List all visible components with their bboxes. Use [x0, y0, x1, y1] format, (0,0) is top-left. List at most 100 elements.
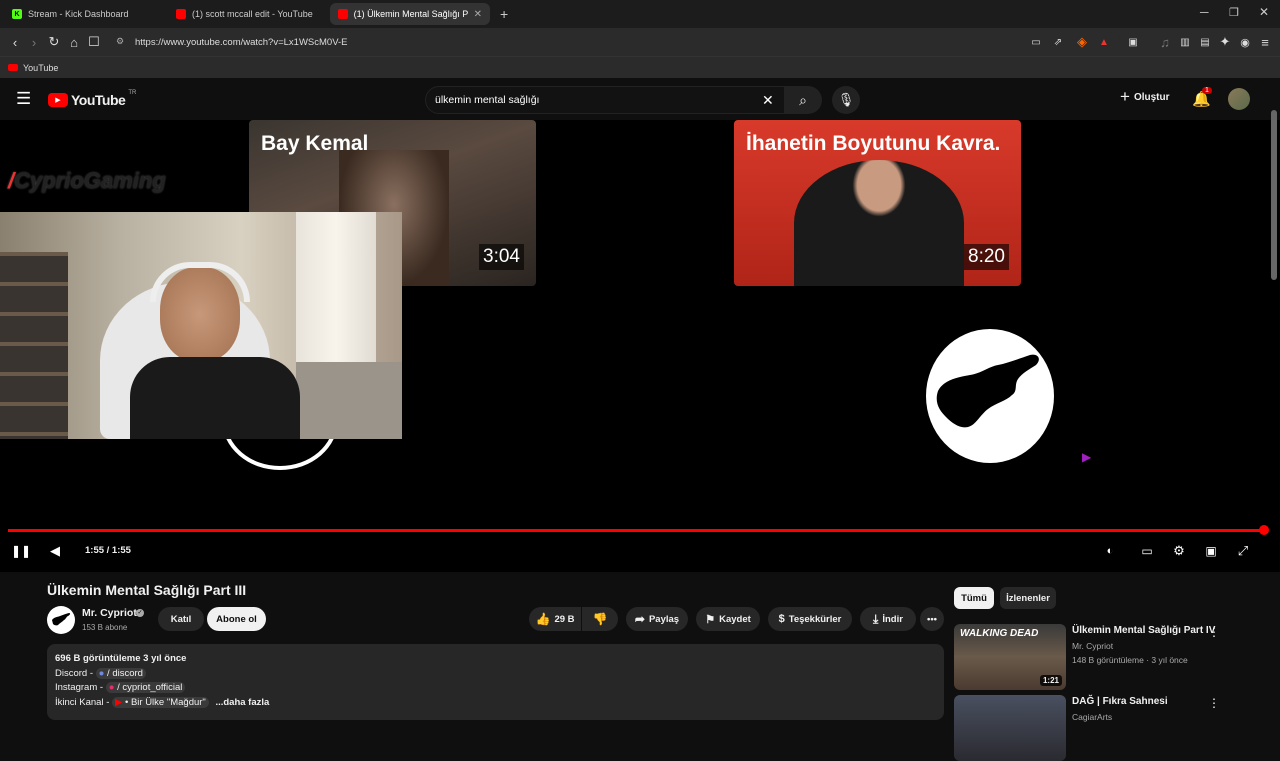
- tab-kick-dashboard[interactable]: K Stream - Kick Dashboard: [4, 3, 166, 25]
- youtube-play-icon: ▶: [48, 93, 68, 107]
- vpn-icon[interactable]: ◉: [1236, 33, 1254, 51]
- logo-text: YouTube: [71, 92, 126, 108]
- pause-icon[interactable]: ❚❚: [11, 542, 31, 560]
- forward-icon[interactable]: ›: [25, 33, 43, 51]
- curtain-image: [296, 212, 376, 382]
- video-title: Ülkemin Mental Sağlığı Part IV: [1072, 625, 1216, 636]
- rewards-icon[interactable]: ▲: [1095, 33, 1113, 51]
- bookshelf-image: [0, 252, 68, 439]
- voice-search-button[interactable]: 🎙: [832, 86, 860, 114]
- tab-title: (1) Ülkemin Mental Sağlığı Part I: [353, 9, 468, 19]
- end-card-title: Bay Kemal: [261, 132, 369, 155]
- channel-avatar[interactable]: [47, 606, 75, 634]
- close-tab-icon[interactable]: ✕: [474, 9, 482, 20]
- menu-icon[interactable]: ≡: [1256, 33, 1274, 51]
- autoplay-toggle-icon[interactable]: ◐: [1101, 542, 1119, 560]
- video-title: DAĞ | Fıkra Sahnesi: [1072, 696, 1168, 707]
- tab-youtube-scott[interactable]: (1) scott mccall edit - YouTube: [168, 3, 328, 25]
- sidebar-icon[interactable]: ▥: [1176, 33, 1194, 51]
- cyprus-map-icon: [52, 613, 71, 626]
- extensions-icon[interactable]: ▣: [1124, 33, 1142, 51]
- time-display: 1:55 / 1:55: [85, 545, 131, 556]
- more-actions-button[interactable]: •••: [920, 607, 944, 631]
- create-button[interactable]: + Oluştur: [1120, 88, 1170, 105]
- miniplayer-icon[interactable]: ▣: [1202, 542, 1220, 560]
- create-label: Oluştur: [1133, 91, 1170, 103]
- join-button[interactable]: Katıl: [158, 607, 204, 631]
- search-input[interactable]: ülkemin mental sağlığı ✕: [425, 86, 785, 114]
- site-settings-icon[interactable]: ⚙: [116, 36, 124, 47]
- page-scrollbar[interactable]: [1271, 110, 1277, 280]
- brave-shield-icon[interactable]: ◈: [1073, 33, 1091, 51]
- media-icon[interactable]: ♫: [1156, 33, 1174, 51]
- avatar[interactable]: [1228, 88, 1250, 110]
- clear-search-icon[interactable]: ✕: [762, 92, 774, 109]
- hamburger-menu-icon[interactable]: ☰: [16, 89, 31, 109]
- chip-all[interactable]: Tümü: [954, 587, 994, 609]
- leo-ai-icon[interactable]: ✦: [1216, 33, 1234, 51]
- new-tab-button[interactable]: +: [500, 6, 508, 22]
- reload-icon[interactable]: ↻: [45, 33, 63, 51]
- progress-scrubber[interactable]: [1259, 525, 1269, 535]
- subtitles-icon[interactable]: ▭: [1138, 542, 1156, 560]
- end-card-thumbnail-image: [794, 160, 964, 286]
- wallet-icon[interactable]: ▤: [1196, 33, 1214, 51]
- description-box[interactable]: 696 B görüntüleme 3 yıl önce Discord - ●…: [47, 644, 944, 720]
- microphone-icon: 🎙: [837, 92, 855, 107]
- progress-fill: [8, 529, 1264, 532]
- share-button[interactable]: ➦ Paylaş: [626, 607, 688, 631]
- settings-gear-icon[interactable]: ⚙: [1170, 542, 1188, 560]
- channel-name[interactable]: Mr. Cypriot: [82, 607, 137, 619]
- more-vertical-icon[interactable]: ⋮: [1208, 625, 1220, 639]
- youtube-icon: [176, 9, 186, 19]
- video-player[interactable]: /CyprioGaming Bay Kemal 3:04 İhanetin Bo…: [0, 120, 1280, 572]
- fullscreen-icon[interactable]: ⤢: [1234, 542, 1252, 560]
- close-window-button[interactable]: ✕: [1259, 5, 1269, 19]
- video-meta: 148 B görüntüleme · 3 yıl önce: [1072, 655, 1188, 665]
- second-channel-link[interactable]: ▶ • Bir Ülke "Mağdur": [112, 696, 209, 708]
- screenshot-icon[interactable]: ▭: [1027, 33, 1045, 51]
- thumbnail-text: WALKING DEAD: [960, 628, 1039, 639]
- instagram-link[interactable]: ● / cypriot_official: [105, 682, 186, 693]
- view-stats: 696 B görüntüleme 3 yıl önce: [55, 653, 187, 664]
- bookmark-icon: ⚑: [705, 613, 716, 626]
- subscriber-count: 153 B abone: [82, 623, 128, 632]
- tab-youtube-active[interactable]: (1) Ülkemin Mental Sağlığı Part I ✕: [330, 3, 490, 25]
- verified-icon: ✓: [136, 609, 144, 617]
- bookmark-icon[interactable]: ☐: [85, 33, 103, 51]
- recommended-video[interactable]: WALKING DEAD 1:21 Ülkemin Mental Sağlığı…: [954, 624, 1274, 692]
- share-icon[interactable]: ⇗: [1049, 33, 1067, 51]
- end-card-video[interactable]: İhanetin Boyutunu Kavra. 8:20: [734, 120, 1021, 286]
- notification-badge: 1: [1202, 87, 1212, 94]
- notifications-button[interactable]: 🔔 1: [1192, 87, 1212, 108]
- progress-track[interactable]: [8, 525, 1269, 535]
- youtube-logo[interactable]: ▶ YouTube TR: [48, 90, 136, 108]
- tab-title: (1) scott mccall edit - YouTube: [192, 9, 313, 19]
- chip-watched[interactable]: İzlenenler: [1000, 587, 1056, 609]
- minimize-button[interactable]: ─: [1200, 5, 1209, 19]
- more-vertical-icon[interactable]: ⋮: [1208, 696, 1220, 710]
- save-button[interactable]: ⚑ Kaydet: [696, 607, 760, 631]
- discord-link[interactable]: ● / discord: [95, 667, 146, 679]
- search-icon: ⌕: [799, 91, 807, 108]
- home-icon[interactable]: ⌂: [65, 33, 83, 51]
- subscribe-button[interactable]: Abone ol: [207, 607, 266, 631]
- volume-icon[interactable]: ◀: [46, 542, 64, 560]
- show-more-link[interactable]: ...daha fazla: [215, 697, 269, 708]
- url-bar[interactable]: ⚙ https://www.youtube.com/watch?v=Lx1WSc…: [110, 32, 1120, 52]
- video-thumbnail: WALKING DEAD 1:21: [954, 624, 1066, 690]
- download-button[interactable]: ⤓ İndir: [860, 607, 916, 631]
- like-button[interactable]: 👍 29 B: [529, 607, 581, 631]
- video-thumbnail: [954, 695, 1066, 761]
- channel-subscribe-endcard[interactable]: [926, 329, 1054, 463]
- maximize-button[interactable]: ❐: [1229, 6, 1239, 19]
- search-button[interactable]: ⌕: [784, 86, 822, 114]
- thanks-button[interactable]: $ Teşekkürler: [768, 607, 852, 631]
- end-card-title: İhanetin Boyutunu Kavra.: [746, 132, 1001, 155]
- bookmarks-bar: YouTube: [0, 56, 1280, 78]
- recommended-video[interactable]: DAĞ | Fıkra Sahnesi CagiarArts ⋮: [954, 695, 1274, 761]
- bookmark-youtube[interactable]: YouTube: [23, 63, 58, 73]
- bed-image: [296, 362, 402, 439]
- dislike-button[interactable]: 👎: [582, 607, 618, 631]
- back-icon[interactable]: ‹: [6, 33, 24, 51]
